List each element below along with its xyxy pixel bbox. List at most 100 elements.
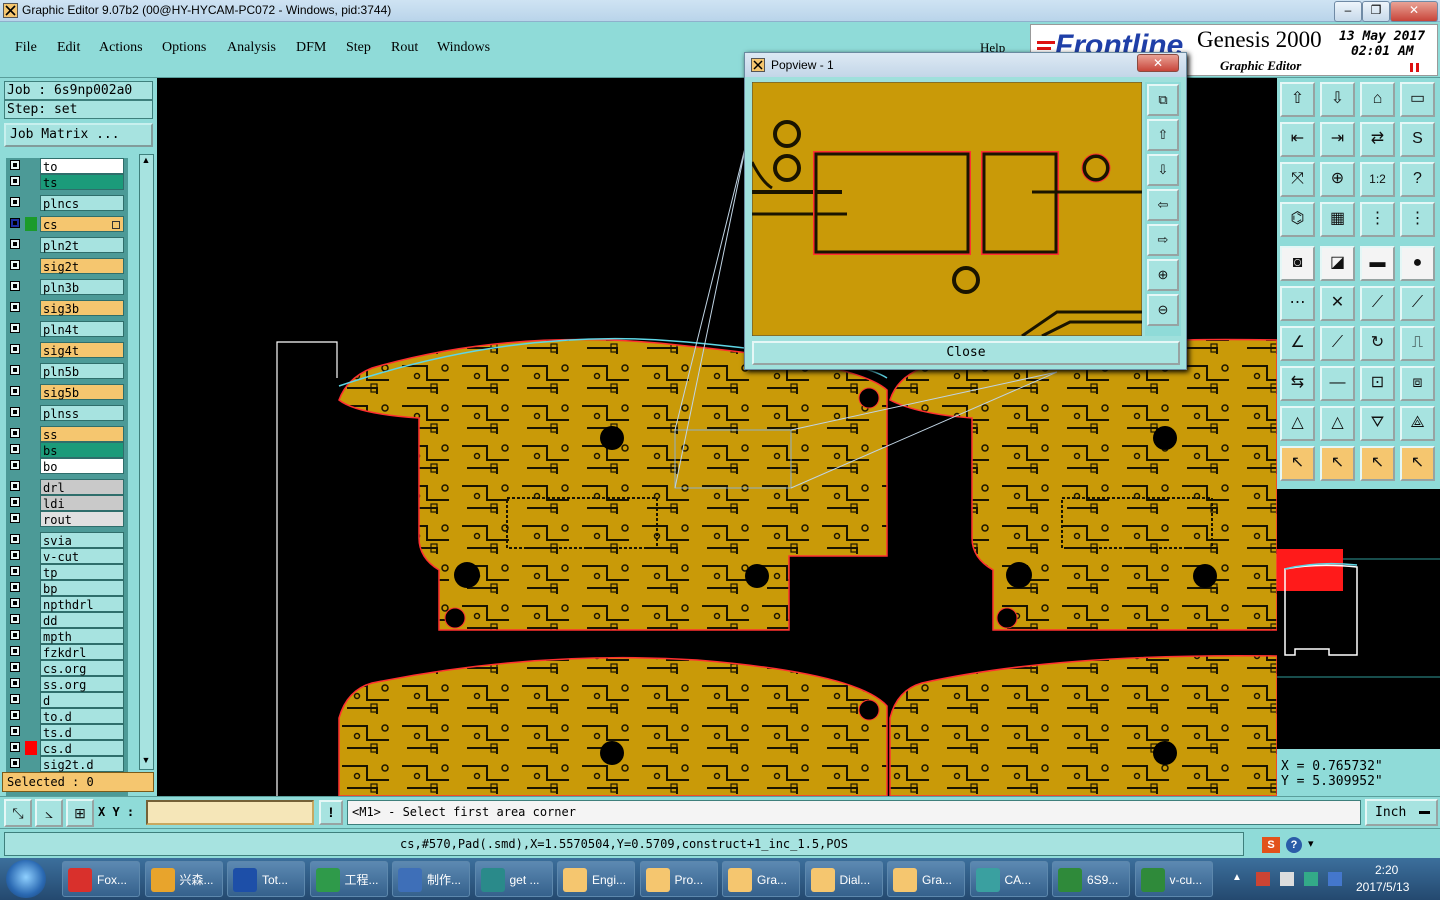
layer-checkbox[interactable] <box>10 694 20 704</box>
layer-checkbox[interactable] <box>10 323 20 333</box>
layer-name[interactable]: fzkdrl <box>40 644 124 660</box>
taskbar-item[interactable]: 工程... <box>309 861 388 897</box>
xy-input[interactable] <box>146 800 314 825</box>
layer-checkbox[interactable] <box>10 460 20 470</box>
layer-name[interactable]: npthdrl <box>40 596 124 612</box>
layer-name[interactable]: d <box>40 692 124 708</box>
help-icon[interactable]: ? <box>1286 837 1302 853</box>
layer-checkbox[interactable] <box>10 630 20 640</box>
taskbar-item[interactable]: Pro... <box>639 861 718 897</box>
layer-name[interactable]: svia <box>40 532 124 548</box>
layer-row-cs.org[interactable]: cs.org <box>6 660 128 676</box>
export-icon[interactable]: ⇩ <box>1320 82 1355 117</box>
layer-name[interactable]: sig2t.d <box>40 756 124 772</box>
line-icon[interactable]: — <box>1320 366 1355 401</box>
maximize-button[interactable]: ❐ <box>1362 1 1390 22</box>
layer-name[interactable]: bo <box>40 458 124 474</box>
layer-checkbox[interactable] <box>10 550 20 560</box>
layer-checkbox[interactable] <box>10 534 20 544</box>
taskbar-item[interactable]: CA... <box>969 861 1048 897</box>
grid-snap-icon[interactable]: ⊞ <box>66 799 94 827</box>
layer-row-ss.org[interactable]: ss.org <box>6 676 128 692</box>
line-edit-icon[interactable]: ⟋ <box>1400 286 1435 321</box>
layer-name[interactable]: cs <box>40 216 124 232</box>
layer-row-ts[interactable]: ts <box>6 174 128 190</box>
taskbar-item[interactable]: Tot... <box>227 861 305 897</box>
measure-icon[interactable]: ⦣ <box>35 799 63 827</box>
dot-icon[interactable]: ● <box>1400 246 1435 281</box>
select-circle-icon[interactable]: ↖ <box>1360 446 1395 481</box>
scroll-down-icon[interactable]: ▼ <box>141 755 151 767</box>
layer-row-ss[interactable]: ss <box>6 426 128 442</box>
layer-row-sig5b[interactable]: sig5b <box>6 384 128 400</box>
layer-name[interactable]: sig5b <box>40 384 124 400</box>
layer-row-pln3b[interactable]: pln3b <box>6 279 128 295</box>
layer-row-mpth[interactable]: mpth <box>6 628 128 644</box>
box-icon[interactable]: ⊡ <box>1360 366 1395 401</box>
mirror-icon[interactable]: ⎍ <box>1400 326 1435 361</box>
unit-select[interactable]: Inch <box>1365 799 1438 826</box>
popview-pan-down-icon[interactable]: ⇩ <box>1147 154 1179 186</box>
fill-icon[interactable]: ◪ <box>1320 246 1355 281</box>
triangle-select-icon[interactable]: △ <box>1320 406 1355 441</box>
ruler-icon[interactable]: ▬ <box>1360 246 1395 281</box>
menu-rout[interactable]: Rout <box>391 40 418 56</box>
zoom-window-icon[interactable]: ⤡ <box>4 799 32 827</box>
taskbar-item[interactable]: 制作... <box>392 861 470 897</box>
layer-name[interactable]: to.d <box>40 708 124 724</box>
layer-row-bp[interactable]: bp <box>6 580 128 596</box>
select-box-icon[interactable]: ↖ <box>1320 446 1355 481</box>
tray-volume-icon[interactable] <box>1328 872 1342 886</box>
close-button[interactable]: ✕ <box>1390 1 1438 22</box>
layer-row-to.d[interactable]: to.d <box>6 708 128 724</box>
angle-icon[interactable]: ∠ <box>1280 326 1315 361</box>
layer-checkbox[interactable] <box>10 260 20 270</box>
layer-name[interactable]: pln5b <box>40 363 124 379</box>
layer-row-dd[interactable]: dd <box>6 612 128 628</box>
select-path-icon[interactable]: ↖ <box>1400 446 1435 481</box>
layer-checkbox[interactable] <box>10 742 20 752</box>
menu-options[interactable]: Options <box>162 40 206 56</box>
taskbar-item[interactable]: Dial... <box>804 861 883 897</box>
layer-name[interactable]: dd <box>40 612 124 628</box>
layer-row-pln4t[interactable]: pln4t <box>6 321 128 337</box>
menu-edit[interactable]: Edit <box>57 40 80 56</box>
layer-row-pln2t[interactable]: pln2t <box>6 237 128 253</box>
layer-name[interactable]: v-cut <box>40 548 124 564</box>
layer-name[interactable]: sig3b <box>40 300 124 316</box>
layer-name[interactable]: pln4t <box>40 321 124 337</box>
snap-icon[interactable]: S <box>1400 122 1435 157</box>
cross-icon[interactable]: ✕ <box>1320 286 1355 321</box>
layer-name[interactable]: ts <box>40 174 124 190</box>
taskbar-item[interactable]: v-cu... <box>1134 861 1213 897</box>
layer-checkbox[interactable] <box>10 176 20 186</box>
taskbar-item[interactable]: 6S9... <box>1052 861 1130 897</box>
rotate-icon[interactable]: ↻ <box>1360 326 1395 361</box>
layer-checkbox[interactable] <box>10 428 20 438</box>
layer-row-ldi[interactable]: ldi <box>6 495 128 511</box>
layer-checkbox[interactable] <box>10 582 20 592</box>
layer-row-svia[interactable]: svia <box>6 532 128 548</box>
layer-checkbox[interactable] <box>10 513 20 523</box>
polygon-icon[interactable]: ⛛ <box>1360 406 1395 441</box>
layer-row-sig2t[interactable]: sig2t <box>6 258 128 274</box>
layer-row-sig4t[interactable]: sig4t <box>6 342 128 358</box>
layer-name[interactable]: cs.d <box>40 740 124 756</box>
layer-row-plnss[interactable]: plnss <box>6 405 128 421</box>
layer-row-v-cut[interactable]: v-cut <box>6 548 128 564</box>
layer-row-cs.d[interactable]: cs.d <box>6 740 128 756</box>
layer-row-fzkdrl[interactable]: fzkdrl <box>6 644 128 660</box>
layer-row-rout[interactable]: rout <box>6 511 128 527</box>
menu-file[interactable]: File <box>15 40 37 56</box>
layer-name[interactable]: pln2t <box>40 237 124 253</box>
popview-pan-left-icon[interactable]: ⇦ <box>1147 189 1179 221</box>
layer-name[interactable]: cs.org <box>40 660 124 676</box>
layer-name[interactable]: ss <box>40 426 124 442</box>
layer-row-sig3b[interactable]: sig3b <box>6 300 128 316</box>
layer-checkbox[interactable] <box>10 302 20 312</box>
layer-checkbox[interactable] <box>10 710 20 720</box>
layer-checkbox[interactable] <box>10 614 20 624</box>
popview-pan-right-icon[interactable]: ⇨ <box>1147 224 1179 256</box>
layer-row-npthdrl[interactable]: npthdrl <box>6 596 128 612</box>
layer-checkbox[interactable] <box>10 444 20 454</box>
